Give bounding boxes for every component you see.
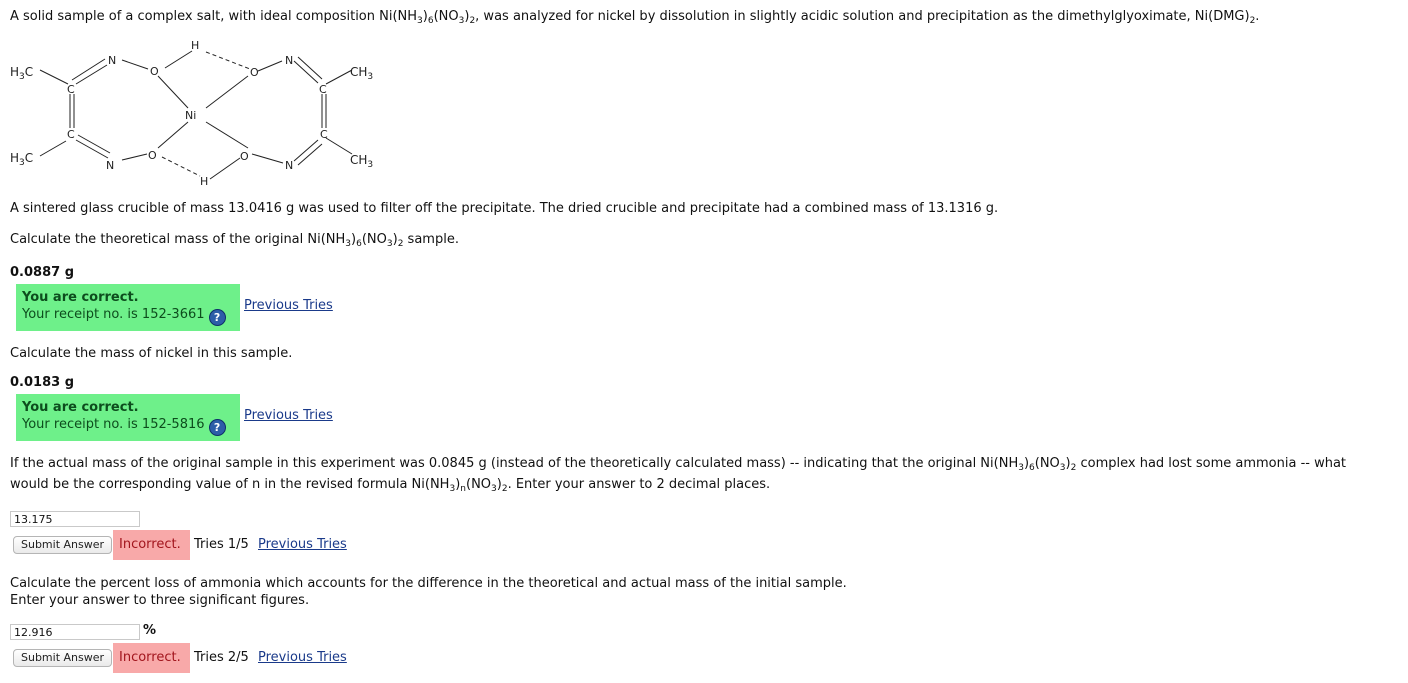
o-label: O xyxy=(250,66,259,79)
q4-prompt-line1: Calculate the percent loss of ammonia wh… xyxy=(10,576,847,591)
o-label: O xyxy=(150,65,159,78)
q3-submit-button[interactable]: Submit Answer xyxy=(13,536,113,554)
q1-previous-tries-link[interactable]: Previous Tries xyxy=(244,298,333,313)
n-label: N xyxy=(285,54,293,67)
n-label: N xyxy=(108,54,116,67)
q4-percent-unit: % xyxy=(143,623,157,638)
q1-answer: 0.0887 g xyxy=(10,265,74,280)
o-label: O xyxy=(240,150,249,163)
q2-correct-box: You are correct. Your receipt no. is 152… xyxy=(16,394,240,441)
q3-incorrect-badge: Incorrect. xyxy=(113,530,190,560)
q3-tries: Tries 1/5 xyxy=(194,537,249,552)
q4-previous-tries-link[interactable]: Previous Tries xyxy=(258,650,347,665)
q4-tries: Tries 2/5 xyxy=(194,650,249,665)
q1-status-title: You are correct. xyxy=(22,290,139,305)
n-label: N xyxy=(285,159,293,172)
q1-correct-box: You are correct. Your receipt no. is 152… xyxy=(16,284,240,331)
question-circle-icon[interactable]: ? xyxy=(208,419,226,436)
n-label: N xyxy=(106,159,114,172)
c-label: C xyxy=(67,128,75,141)
q2-status-title: You are correct. xyxy=(22,400,139,415)
ch3-bottom-label: CH3 xyxy=(350,153,373,170)
ni-label: Ni xyxy=(185,109,196,122)
q1-receipt: Your receipt no. is 152-3661? xyxy=(22,307,226,326)
intro-text: A solid sample of a complex salt, with i… xyxy=(10,9,1260,26)
q3-prompt-line1: If the actual mass of the original sampl… xyxy=(10,456,1347,473)
h-label: H xyxy=(200,175,208,188)
q4-answer-input[interactable] xyxy=(10,624,140,640)
q2-prompt: Calculate the mass of nickel in this sam… xyxy=(10,346,293,361)
q3-prompt-line2: would be the corresponding value of n in… xyxy=(10,477,771,494)
q4-submit-button[interactable]: Submit Answer xyxy=(13,649,113,667)
c-label: C xyxy=(319,83,327,96)
crucible-text: A sintered glass crucible of mass 13.041… xyxy=(10,201,999,216)
q2-previous-tries-link[interactable]: Previous Tries xyxy=(244,408,333,423)
q2-receipt: Your receipt no. is 152-5816? xyxy=(22,417,226,436)
ni-dmg-structure: H3C H3C CH3 CH3 N O H O N C C Ni C C N O… xyxy=(10,39,373,188)
q4-incorrect-badge: Incorrect. xyxy=(113,643,190,673)
q3-answer-input[interactable] xyxy=(10,511,140,527)
h3c-top-label: H3C xyxy=(10,65,33,82)
h-label: H xyxy=(191,39,199,52)
c-label: C xyxy=(320,128,328,141)
q4-prompt-line2: Enter your answer to three significant f… xyxy=(10,593,310,608)
o-label: O xyxy=(148,149,157,162)
q1-prompt: Calculate the theoretical mass of the or… xyxy=(10,232,459,249)
q2-answer: 0.0183 g xyxy=(10,375,74,390)
question-circle-icon[interactable]: ? xyxy=(208,309,226,326)
h3c-bottom-label: H3C xyxy=(10,151,33,168)
ch3-top-label: CH3 xyxy=(350,65,373,82)
q3-previous-tries-link[interactable]: Previous Tries xyxy=(258,537,347,552)
c-label: C xyxy=(67,83,75,96)
